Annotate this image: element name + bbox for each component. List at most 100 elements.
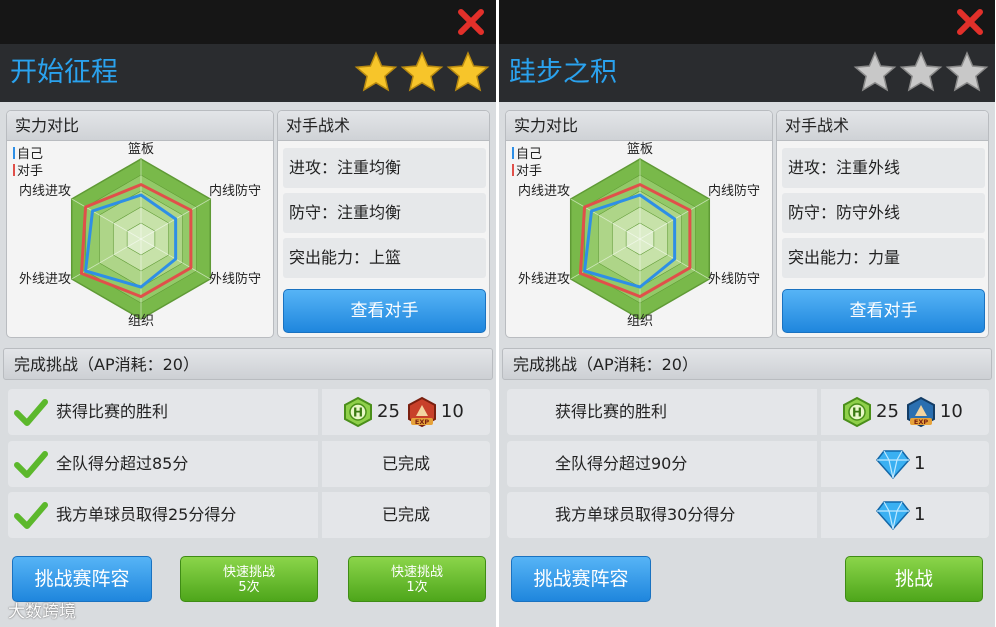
task-row: 全队得分超过90分 1 xyxy=(507,441,989,487)
radar-axis-label: 组织 xyxy=(128,314,154,329)
radar-chart: 篮板内线防守外线防守组织 外线进攻 内线进攻 xyxy=(518,142,760,329)
star-empty-icon xyxy=(853,51,897,92)
svg-text:H: H xyxy=(353,406,363,420)
legend-opponent: 对手 xyxy=(13,163,43,180)
checkmark-icon xyxy=(14,399,48,426)
tactic-defense: 防守：防守外线 xyxy=(782,193,985,233)
checkmark-icon xyxy=(14,502,48,529)
close-icon[interactable] xyxy=(456,7,486,37)
legend-self: 自己 xyxy=(13,146,43,163)
exp-badge-icon: EXP xyxy=(906,396,935,428)
reward-group: H 25 EXP 10 xyxy=(841,389,969,435)
radar-axis-label: 外线防守 xyxy=(708,271,760,287)
radar-legend: 自己 对手 xyxy=(512,146,542,180)
top-bar xyxy=(499,0,995,44)
task-text: 获得比赛的胜利 xyxy=(56,402,169,421)
tactic-offense: 进攻：注重外线 xyxy=(782,148,985,188)
tactic-defense: 防守：注重均衡 xyxy=(283,193,486,233)
tactics-title: 对手战术 xyxy=(278,111,489,141)
svg-text:EXP: EXP xyxy=(914,418,928,426)
stage-title: 开始征程 xyxy=(10,57,118,88)
radar-axis-label: 内线进攻 xyxy=(518,183,570,199)
star-icon xyxy=(354,51,398,92)
quick-challenge-5-button[interactable]: 快速挑战 5次 xyxy=(180,556,318,602)
radar-axis-label: 组织 xyxy=(627,314,653,329)
close-icon[interactable] xyxy=(955,7,985,37)
opponent-tactics-box: 对手战术 进攻：注重外线 防守：防守外线 突出能力：力量 查看对手 xyxy=(776,110,989,338)
star-icon xyxy=(400,51,444,92)
legend-opponent: 对手 xyxy=(512,163,542,180)
challenge-header: 完成挑战（AP消耗：20） xyxy=(3,348,493,380)
star-rating xyxy=(354,50,490,96)
task-text: 获得比赛的胜利 xyxy=(555,402,668,421)
strength-title: 实力对比 xyxy=(7,111,273,141)
radar-axis-label: 篮板 xyxy=(627,142,653,157)
task-status: 已完成 xyxy=(322,441,490,487)
task-row: 我方单球员取得25分得分 已完成 xyxy=(8,492,490,538)
view-opponent-button[interactable]: 查看对手 xyxy=(782,289,985,333)
diamond-icon xyxy=(876,501,910,531)
radar-axis-label: 外线防守 xyxy=(209,271,261,287)
view-opponent-button[interactable]: 查看对手 xyxy=(283,289,486,333)
star-icon xyxy=(446,51,490,92)
challenge-header: 完成挑战（AP消耗：20） xyxy=(502,348,992,380)
reward-group: 1 xyxy=(875,492,931,538)
star-empty-icon xyxy=(899,51,943,92)
star-rating xyxy=(853,50,989,96)
task-row: 全队得分超过85分 已完成 xyxy=(8,441,490,487)
reward-exp-value: 10 xyxy=(939,401,963,422)
opponent-tactics-box: 对手战术 进攻：注重均衡 防守：注重均衡 突出能力：上篮 查看对手 xyxy=(277,110,490,338)
svg-text:EXP: EXP xyxy=(415,418,429,426)
reward-coin-value: 25 xyxy=(377,401,400,422)
watermark: 大数跨境 xyxy=(8,602,76,622)
reward-group: 1 xyxy=(875,441,931,487)
legend-self: 自己 xyxy=(512,146,542,163)
reward-coin-value: 25 xyxy=(876,401,899,422)
task-status: 已完成 xyxy=(322,492,490,538)
title-bar: 跬步之积 xyxy=(499,44,995,102)
radar-axis-label: 外线进攻 xyxy=(19,272,71,287)
tactic-ability: 突出能力：上篮 xyxy=(283,238,486,278)
radar-axis-label: 内线进攻 xyxy=(19,183,71,199)
stage-title: 跬步之积 xyxy=(509,57,617,88)
radar-axis-label: 内线防守 xyxy=(708,183,760,199)
challenge-lineup-button[interactable]: 挑战赛阵容 xyxy=(12,556,152,602)
task-row: 获得比赛的胜利 H 25 EXP 10 xyxy=(507,389,989,435)
exp-badge-icon: EXP xyxy=(407,396,436,428)
task-text: 全队得分超过85分 xyxy=(56,454,189,473)
radar-axis-label: 篮板 xyxy=(128,142,154,157)
screen: 开始征程 实力对比 篮板内线防守外线防守组织 外线进攻 内线进攻 自己 对手 对手战… xyxy=(0,0,996,627)
task-text: 全队得分超过90分 xyxy=(555,454,688,473)
stage-panel-start-journey: 开始征程 实力对比 篮板内线防守外线防守组织 外线进攻 内线进攻 自己 对手 对手战… xyxy=(0,0,496,627)
quick-challenge-1-button[interactable]: 快速挑战 1次 xyxy=(348,556,486,602)
task-row: 获得比赛的胜利 H 25 EXP 10 xyxy=(8,389,490,435)
reward-diamond-value: 1 xyxy=(914,453,926,474)
task-text: 我方单球员取得25分得分 xyxy=(56,505,237,524)
coin-hexagon-icon: H xyxy=(344,396,372,428)
strength-title: 实力对比 xyxy=(506,111,772,141)
reward-exp-value: 10 xyxy=(440,401,464,422)
radar-legend: 自己 对手 xyxy=(13,146,43,180)
strength-comparison-box: 实力对比 篮板内线防守外线防守组织 外线进攻 内线进攻 自己 对手 xyxy=(6,110,274,338)
reward-diamond-value: 1 xyxy=(914,504,926,525)
reward-group: H 25 EXP 10 xyxy=(342,389,470,435)
task-text: 我方单球员取得30分得分 xyxy=(555,505,736,524)
challenge-button[interactable]: 挑战 xyxy=(845,556,983,602)
top-bar xyxy=(0,0,496,44)
checkmark-icon xyxy=(14,451,48,478)
stage-panel-small-steps: 跬步之积 实力对比 篮板内线防守外线防守组织 外线进攻 内线进攻 自己 对手 对手战… xyxy=(499,0,995,627)
radar-chart: 篮板内线防守外线防守组织 外线进攻 内线进攻 xyxy=(19,142,261,329)
title-bar: 开始征程 xyxy=(0,44,496,102)
coin-hexagon-icon: H xyxy=(843,396,871,428)
diamond-icon xyxy=(876,450,910,480)
strength-comparison-box: 实力对比 篮板内线防守外线防守组织 外线进攻 内线进攻 自己 对手 xyxy=(505,110,773,338)
radar-axis-label: 外线进攻 xyxy=(518,272,570,287)
radar-axis-label: 内线防守 xyxy=(209,183,261,199)
challenge-lineup-button[interactable]: 挑战赛阵容 xyxy=(511,556,651,602)
star-empty-icon xyxy=(945,51,989,92)
svg-text:H: H xyxy=(852,406,862,420)
tactic-ability: 突出能力：力量 xyxy=(782,238,985,278)
tactics-title: 对手战术 xyxy=(777,111,988,141)
tactic-offense: 进攻：注重均衡 xyxy=(283,148,486,188)
task-row: 我方单球员取得30分得分 1 xyxy=(507,492,989,538)
